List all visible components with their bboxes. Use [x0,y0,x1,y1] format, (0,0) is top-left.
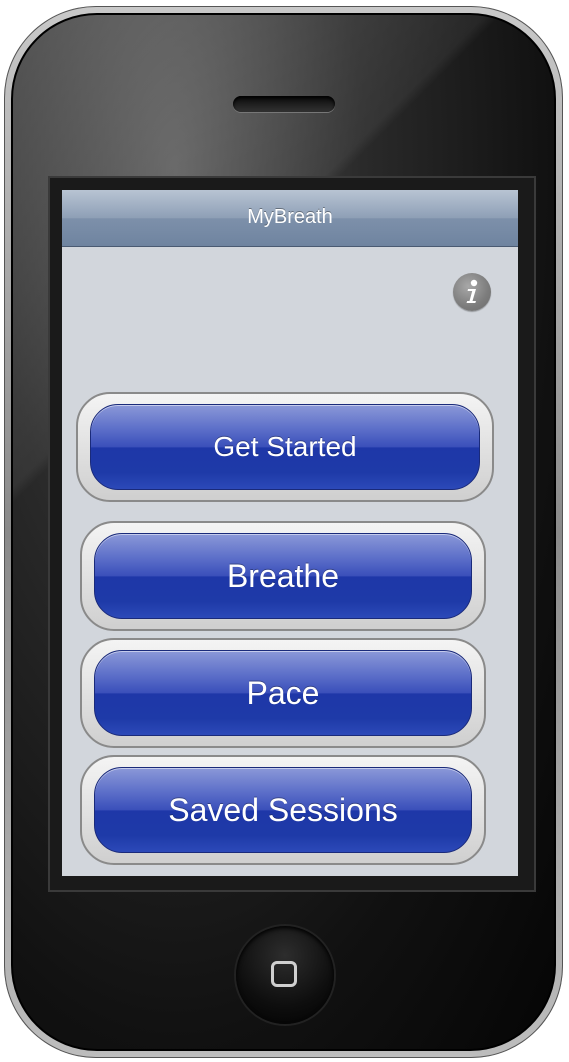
speaker-grille [233,96,335,112]
pace-button-label: Pace [246,674,320,711]
saved-sessions-button-frame: Saved Sessions [80,755,486,865]
get-started-button-label: Get Started [213,431,357,462]
navigation-bar: MyBreath [62,190,518,247]
info-icon [466,279,478,303]
breathe-button[interactable]: Breathe [94,533,472,619]
saved-sessions-button-label: Saved Sessions [168,791,398,828]
nav-title: MyBreath [247,206,333,228]
pace-button[interactable]: Pace [94,650,472,736]
breathe-button-label: Breathe [226,557,340,594]
saved-sessions-button[interactable]: Saved Sessions [94,767,472,853]
home-button[interactable] [236,926,334,1024]
home-button-icon [271,961,297,987]
get-started-button-frame: Get Started [76,392,494,502]
app-screen: MyBreath Get Started Breathe Pace Saved … [62,190,518,876]
get-started-button[interactable]: Get Started [90,404,480,490]
info-button[interactable] [453,273,491,311]
breathe-button-frame: Breathe [80,521,486,631]
pace-button-frame: Pace [80,638,486,748]
